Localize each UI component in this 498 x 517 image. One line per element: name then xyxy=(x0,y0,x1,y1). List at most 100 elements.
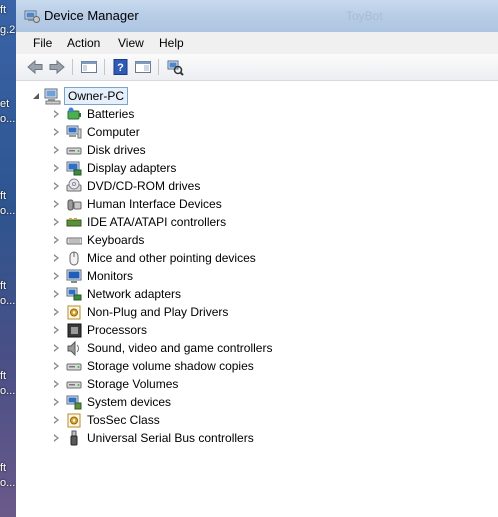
expand-icon-inner xyxy=(54,130,57,134)
tree-item[interactable]: Disk drives xyxy=(54,141,474,159)
display-adapter-icon xyxy=(66,161,82,176)
tree-item-label[interactable]: Universal Serial Bus controllers xyxy=(87,430,254,446)
tree-item-label[interactable]: Monitors xyxy=(87,268,133,284)
menu-file[interactable]: File xyxy=(33,36,52,50)
expand-icon-inner xyxy=(54,400,57,404)
toolbar-separator xyxy=(104,59,105,75)
desktop-icon-label: g.2 xyxy=(0,24,16,36)
tree-item-label[interactable]: DVD/CD-ROM drives xyxy=(87,178,200,194)
usb-icon xyxy=(70,430,78,446)
toolbar: ? xyxy=(16,54,498,81)
device-manager-icon xyxy=(24,10,40,23)
menu-view[interactable]: View xyxy=(118,36,144,50)
tree-item-label[interactable]: Keyboards xyxy=(87,232,144,248)
tree-item-label[interactable]: Computer xyxy=(87,124,140,140)
window-title: Device Manager xyxy=(44,8,139,23)
tree-item[interactable]: Sound, video and game controllers xyxy=(54,339,474,357)
desktop-background: ft g.2 et o... ft o... ft o... ft o... f… xyxy=(0,0,16,517)
tree-item-label[interactable]: Display adapters xyxy=(87,160,176,176)
tree-item[interactable]: Universal Serial Bus controllers xyxy=(54,429,474,447)
desktop-icon-label: o... xyxy=(0,113,16,125)
expand-icon-inner xyxy=(54,364,57,368)
tree-item-label[interactable]: Storage volume shadow copies xyxy=(87,358,254,374)
tree-item[interactable]: Processors xyxy=(54,321,474,339)
device-manager-window: Device Manager ToyBot File Action View H… xyxy=(16,0,498,517)
tree-item[interactable]: DVD/CD-ROM drives xyxy=(54,177,474,195)
computer-icon xyxy=(66,125,82,139)
tree-item[interactable]: TosSec Class xyxy=(54,411,474,429)
tree-item[interactable]: Network adapters xyxy=(54,285,474,303)
tree-item-label[interactable]: Non-Plug and Play Drivers xyxy=(87,304,228,320)
properties-icon[interactable] xyxy=(134,58,152,76)
tree-item[interactable]: Keyboards xyxy=(54,231,474,249)
tree-item-label[interactable]: IDE ATA/ATAPI controllers xyxy=(87,214,226,230)
back-icon[interactable] xyxy=(26,58,44,76)
expand-icon-inner xyxy=(54,112,57,116)
tree-item[interactable]: Human Interface Devices xyxy=(54,195,474,213)
tree-item[interactable]: Monitors xyxy=(54,267,474,285)
disk-drive-icon xyxy=(66,147,82,155)
device-tree: Owner-PC Batteries Computer Disk drives Dis… xyxy=(16,81,498,517)
expand-icon-inner xyxy=(54,220,57,224)
tree-item-label[interactable]: Batteries xyxy=(87,106,134,122)
tree-item-label[interactable]: Storage Volumes xyxy=(87,376,178,392)
toolbar-separator xyxy=(158,59,159,75)
expand-icon-inner xyxy=(54,238,57,242)
keyboard-icon xyxy=(66,237,82,245)
tree-item-label[interactable]: Human Interface Devices xyxy=(87,196,222,212)
expand-icon-inner xyxy=(54,328,57,332)
tree-item[interactable]: IDE ATA/ATAPI controllers xyxy=(54,213,474,231)
background-window-title: ToyBot xyxy=(346,9,383,23)
desktop-icon-label: ft xyxy=(0,280,7,292)
desktop-icon-label: o... xyxy=(0,385,16,397)
expand-icon-inner xyxy=(54,274,57,278)
menu-help[interactable]: Help xyxy=(159,36,184,50)
system-device-icon xyxy=(66,395,82,410)
tossec-icon xyxy=(67,413,81,428)
expand-icon-inner xyxy=(54,310,57,314)
tree-item[interactable]: Non-Plug and Play Drivers xyxy=(54,303,474,321)
tree-item[interactable]: Display adapters xyxy=(54,159,474,177)
ide-controller-icon xyxy=(66,218,82,227)
tree-item[interactable]: Computer xyxy=(54,123,474,141)
expand-icon-inner xyxy=(54,148,57,152)
dvd-drive-icon xyxy=(66,178,82,192)
tree-root-label[interactable]: Owner-PC xyxy=(64,87,129,105)
tree-item[interactable]: Batteries xyxy=(54,105,474,123)
battery-icon xyxy=(67,107,81,120)
desktop-icon-label: ft xyxy=(0,190,7,202)
menu-bar: File Action View Help xyxy=(16,32,498,55)
tree-item-label[interactable]: Sound, video and game controllers xyxy=(87,340,272,356)
tree-item-label[interactable]: Processors xyxy=(87,322,147,338)
tree-item[interactable]: System devices xyxy=(54,393,474,411)
tree-item-label[interactable]: Disk drives xyxy=(87,142,146,158)
help-icon[interactable]: ? xyxy=(112,58,130,76)
expand-icon-inner xyxy=(54,166,57,170)
expand-icon-inner xyxy=(54,418,57,422)
tree-item-label[interactable]: Network adapters xyxy=(87,286,181,302)
expand-icon-inner xyxy=(54,382,57,386)
tree-item[interactable]: Mice and other pointing devices xyxy=(54,249,474,267)
svg-text:?: ? xyxy=(117,62,124,74)
menu-action[interactable]: Action xyxy=(67,36,100,50)
tree-item-label[interactable]: TosSec Class xyxy=(87,412,160,428)
title-bar[interactable]: Device Manager ToyBot xyxy=(16,0,498,33)
tree-item[interactable]: Storage Volumes xyxy=(54,375,474,393)
tree-item-label[interactable]: System devices xyxy=(87,394,171,410)
expand-icon-inner xyxy=(54,346,57,350)
collapse-icon[interactable] xyxy=(32,92,40,100)
expand-icon-inner xyxy=(54,256,57,260)
tree-item-label[interactable]: Mice and other pointing devices xyxy=(87,250,256,266)
forward-icon[interactable] xyxy=(48,58,66,76)
desktop-icon-label: ft xyxy=(0,370,7,382)
show-hide-console-tree-icon[interactable] xyxy=(80,58,98,76)
desktop-icon-label: ft xyxy=(0,462,7,474)
tree-item[interactable]: Storage volume shadow copies xyxy=(54,357,474,375)
network-adapter-icon xyxy=(66,287,82,301)
monitor-icon xyxy=(66,269,82,283)
storage-icon xyxy=(66,363,82,371)
desktop-icon-label: ft xyxy=(0,4,7,16)
desktop-icon-label: o... xyxy=(0,477,16,489)
scan-hardware-icon[interactable] xyxy=(166,58,184,76)
driver-icon xyxy=(67,305,81,320)
